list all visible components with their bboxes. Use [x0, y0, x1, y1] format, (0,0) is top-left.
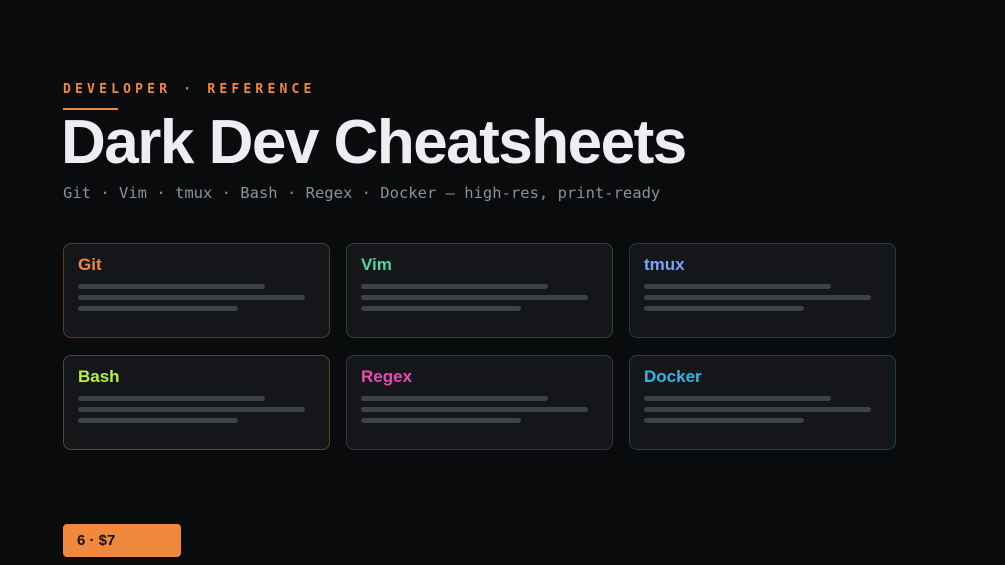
card-title: Bash [78, 367, 120, 386]
page-subtitle: Git · Vim · tmux · Bash · Regex · Docker… [63, 184, 661, 202]
placeholder-line [78, 396, 265, 401]
card-tmux[interactable]: tmux [629, 243, 896, 338]
placeholder-line [644, 306, 804, 311]
placeholder-line [644, 295, 871, 300]
placeholder-line [361, 396, 548, 401]
card-docker[interactable]: Docker [629, 355, 896, 450]
placeholder-line [361, 284, 548, 289]
card-title: tmux [644, 255, 685, 274]
placeholder-line [644, 284, 831, 289]
placeholder-line [644, 396, 831, 401]
price-badge[interactable]: 6 · $7 [63, 524, 181, 557]
placeholder-line [78, 284, 265, 289]
page-title: Dark Dev Cheatsheets [61, 108, 687, 177]
cheatsheet-grid: Git Vim tmux Bash Regex Docker [63, 243, 896, 450]
placeholder-line [361, 418, 521, 423]
card-regex[interactable]: Regex [346, 355, 613, 450]
card-vim[interactable]: Vim [346, 243, 613, 338]
placeholder-line [78, 407, 305, 412]
card-git[interactable]: Git [63, 243, 330, 338]
placeholder-line [361, 407, 588, 412]
placeholder-line [361, 295, 588, 300]
eyebrow-label: DEVELOPER · REFERENCE [63, 82, 316, 97]
card-title: Git [78, 255, 102, 274]
card-title: Docker [644, 367, 702, 386]
card-bash[interactable]: Bash [63, 355, 330, 450]
placeholder-line [361, 306, 521, 311]
card-title: Vim [361, 255, 392, 274]
price-label: 6 · $7 [77, 532, 116, 549]
card-title: Regex [361, 367, 413, 386]
placeholder-line [644, 407, 871, 412]
placeholder-line [78, 295, 305, 300]
placeholder-line [78, 418, 238, 423]
placeholder-line [78, 306, 238, 311]
placeholder-line [644, 418, 804, 423]
